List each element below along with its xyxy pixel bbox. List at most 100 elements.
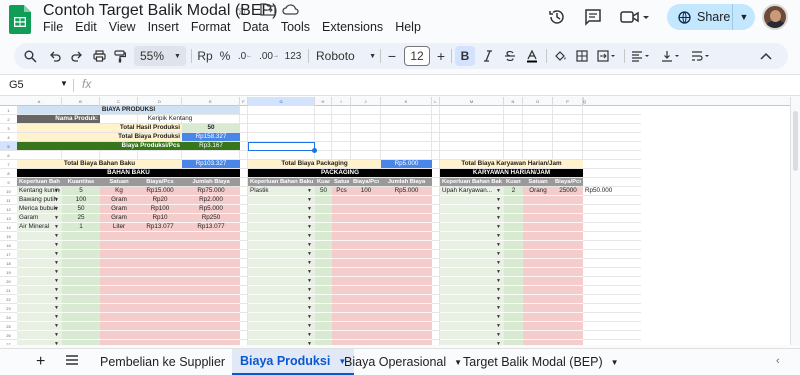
karyawan-item-price[interactable]: 25000 <box>555 187 581 195</box>
more-formats-button[interactable]: 123 <box>284 46 302 66</box>
meet-video-icon[interactable] <box>620 8 650 26</box>
borders-icon[interactable] <box>573 46 591 66</box>
chevron-down-icon[interactable]: ▼ <box>611 358 619 367</box>
nama-produk-value[interactable]: Keripik Kentang <box>102 115 238 123</box>
cloud-status-icon[interactable] <box>282 3 299 16</box>
dropdown-chevron-icon[interactable]: ▼ <box>54 250 59 258</box>
bahan-baku-header[interactable]: Satuan <box>102 178 136 186</box>
menu-view[interactable]: View <box>109 20 142 34</box>
packaging-item-name[interactable]: Plastik <box>250 187 313 195</box>
packaging-header[interactable]: Biaya/Pcs <box>353 178 379 186</box>
bahan-baku-item-qty[interactable]: 1 <box>64 223 98 231</box>
bahan-baku-section-title[interactable]: BAHAN BAKU <box>19 169 238 177</box>
percent-format-button[interactable]: % <box>218 46 232 66</box>
row-header-24[interactable]: 24 <box>0 313 17 322</box>
vertical-align-icon[interactable] <box>659 46 683 66</box>
row-header-3[interactable]: 3 <box>0 124 17 133</box>
scroll-tabs-left-icon[interactable]: ‹ <box>776 355 780 367</box>
vertical-scrollbar[interactable] <box>790 97 800 345</box>
dropdown-chevron-icon[interactable]: ▼ <box>496 205 501 213</box>
dropdown-chevron-icon[interactable]: ▼ <box>307 250 312 258</box>
menu-insert[interactable]: Insert <box>148 20 185 34</box>
packaging-item-unit[interactable]: Pcs <box>334 187 349 195</box>
bahan-baku-item-qty[interactable]: 25 <box>64 214 98 222</box>
dropdown-chevron-icon[interactable]: ▼ <box>307 223 312 231</box>
packaging-total-label[interactable]: Total Biaya Packaging <box>250 160 379 168</box>
dropdown-chevron-icon[interactable]: ▼ <box>307 196 312 204</box>
dropdown-chevron-icon[interactable]: ▼ <box>496 286 501 294</box>
column-header-o[interactable]: O <box>523 97 553 106</box>
dropdown-chevron-icon[interactable]: ▼ <box>54 241 59 249</box>
bahan-baku-item-name[interactable]: Air Mineral <box>19 223 60 231</box>
column-header-i[interactable]: I <box>332 97 351 106</box>
bahan-baku-item-unit[interactable]: Gram <box>102 196 136 204</box>
packaging-item-total[interactable]: Rp5.000 <box>383 187 430 195</box>
bahan-baku-item-price[interactable]: Rp10 <box>140 214 180 222</box>
packaging-header[interactable]: Jumlah Biaya <box>383 178 430 186</box>
column-header-b[interactable]: B <box>62 97 100 106</box>
sheets-logo-icon[interactable] <box>9 5 31 34</box>
fill-color-icon[interactable] <box>551 46 569 66</box>
row-header-5[interactable]: 5 <box>0 142 17 151</box>
dropdown-chevron-icon[interactable]: ▼ <box>307 277 312 285</box>
row-header-19[interactable]: 19 <box>0 268 17 277</box>
collapse-toolbar-icon[interactable] <box>754 46 778 66</box>
dropdown-chevron-icon[interactable]: ▼ <box>496 223 501 231</box>
packaging-item-price[interactable]: 100 <box>353 187 379 195</box>
dropdown-chevron-icon[interactable]: ▼ <box>496 232 501 240</box>
undo-icon[interactable] <box>47 46 63 66</box>
karyawan-header[interactable]: Kuantitas <box>506 178 521 186</box>
karyawan-header[interactable]: Jumlah Biaya <box>585 178 622 186</box>
dropdown-chevron-icon[interactable]: ▼ <box>54 304 59 312</box>
packaging-total-value[interactable]: Rp5.000 <box>383 160 430 168</box>
packaging-header[interactable]: Kuantitas <box>317 178 330 186</box>
sheet-title[interactable]: BIAYA PRODUKSI <box>19 106 238 114</box>
row-header-13[interactable]: 13 <box>0 214 17 223</box>
all-sheets-icon[interactable] <box>65 354 79 366</box>
dropdown-chevron-icon[interactable]: ▼ <box>307 295 312 303</box>
dropdown-chevron-icon[interactable]: ▼ <box>307 232 312 240</box>
dropdown-chevron-icon[interactable]: ▼ <box>496 268 501 276</box>
share-button[interactable]: Share ▼ <box>667 4 755 30</box>
dropdown-chevron-icon[interactable]: ▼ <box>496 214 501 222</box>
tab-pembelian-ke-supplier[interactable]: Pembelian ke Supplier ▼ <box>88 349 253 375</box>
decrease-decimal-button[interactable]: .0 ← <box>236 46 254 66</box>
dropdown-chevron-icon[interactable]: ▼ <box>54 232 59 240</box>
row-header-7[interactable]: 7 <box>0 160 17 169</box>
menu-tools[interactable]: Tools <box>281 20 316 34</box>
column-header-p[interactable]: P <box>553 97 583 106</box>
row-header-6[interactable]: 6 <box>0 151 17 160</box>
bahan-baku-item-qty[interactable]: 50 <box>64 205 98 213</box>
row-header-17[interactable]: 17 <box>0 250 17 259</box>
column-header-m[interactable]: M <box>440 97 504 106</box>
dropdown-chevron-icon[interactable]: ▼ <box>496 196 501 204</box>
packaging-item-qty[interactable]: 50 <box>317 187 330 195</box>
row-header-23[interactable]: 23 <box>0 304 17 313</box>
total-biaya-value[interactable]: Rp158.327 <box>184 133 238 141</box>
spreadsheet-grid[interactable]: ABCDEFGHIJKLMNOPQ 1 2 3 4 5 6 7 8 9 10 11 12 13 14 15 1… <box>0 97 790 345</box>
move-folder-icon[interactable] <box>260 3 276 16</box>
dropdown-chevron-icon[interactable]: ▼ <box>496 295 501 303</box>
row-header-2[interactable]: 2 <box>0 115 17 124</box>
row-header-10[interactable]: 10 <box>0 187 17 196</box>
formula-input[interactable] <box>100 79 780 93</box>
dropdown-chevron-icon[interactable]: ▼ <box>307 241 312 249</box>
row-header-1[interactable]: 1 <box>0 106 17 115</box>
row-header-21[interactable]: 21 <box>0 286 17 295</box>
bahan-baku-item-total[interactable]: Rp5.000 <box>184 205 238 213</box>
dropdown-chevron-icon[interactable]: ▼ <box>496 277 501 285</box>
bahan-baku-item-unit[interactable]: Liter <box>102 223 136 231</box>
dropdown-chevron-icon[interactable]: ▼ <box>54 277 59 285</box>
packaging-header[interactable]: Satuan <box>334 178 349 186</box>
row-header-16[interactable]: 16 <box>0 241 17 250</box>
bahan-baku-item-unit[interactable]: Gram <box>102 214 136 222</box>
row-header-12[interactable]: 12 <box>0 205 17 214</box>
karyawan-item-qty[interactable]: 2 <box>506 187 521 195</box>
font-size-input[interactable]: 12 <box>404 46 430 66</box>
dropdown-chevron-icon[interactable]: ▼ <box>496 331 501 339</box>
text-wrapping-icon[interactable] <box>689 46 713 66</box>
dropdown-chevron-icon[interactable]: ▼ <box>307 322 312 330</box>
total-hasil-label[interactable]: Total Hasil Produksi <box>19 124 180 132</box>
column-header-e[interactable]: E <box>182 97 240 106</box>
menu-data[interactable]: Data <box>242 20 274 34</box>
